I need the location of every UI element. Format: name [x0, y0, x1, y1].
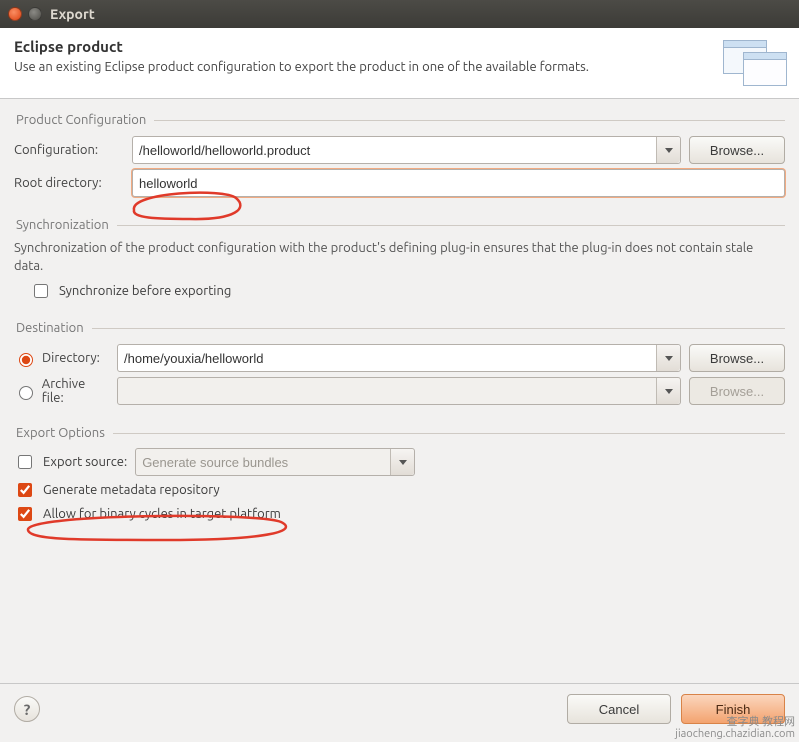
root-directory-input[interactable]: [132, 169, 785, 197]
group-destination: Destination Directory: Browse... Archive…: [14, 321, 785, 416]
allow-binary-cycles-checkbox[interactable]: [18, 507, 32, 521]
group-synchronization: Synchronization Synchronization of the p…: [14, 218, 785, 311]
export-source-field: [136, 449, 390, 475]
cancel-button[interactable]: Cancel: [567, 694, 671, 724]
window-title: Export: [50, 6, 95, 22]
chevron-down-icon: [656, 378, 680, 404]
configuration-field[interactable]: [133, 137, 656, 163]
export-source-combo: [135, 448, 415, 476]
group-export-options: Export Options Export source: Generate m…: [14, 426, 785, 534]
configuration-browse-button[interactable]: Browse...: [689, 136, 785, 164]
group-legend: Export Options: [14, 426, 113, 440]
watermark: 查字典 教程网 jiaocheng.chazidian.com: [675, 716, 795, 740]
window-minimize-button[interactable]: [28, 7, 42, 21]
export-product-icon: [721, 38, 785, 86]
destination-archive-browse-button: Browse...: [689, 377, 785, 405]
wizard-banner: Eclipse product Use an existing Eclipse …: [0, 28, 799, 99]
synchronize-checkbox[interactable]: [34, 284, 48, 298]
destination-directory-combo[interactable]: [117, 344, 681, 372]
synchronization-description: Synchronization of the product configura…: [14, 240, 785, 275]
chevron-down-icon[interactable]: [656, 137, 680, 163]
destination-directory-radio[interactable]: [19, 353, 33, 367]
configuration-label: Configuration:: [14, 143, 124, 157]
destination-archive-combo: [117, 377, 681, 405]
banner-description: Use an existing Eclipse product configur…: [14, 59, 709, 77]
destination-archive-field: [118, 378, 656, 404]
generate-metadata-checkbox[interactable]: [18, 483, 32, 497]
destination-directory-browse-button[interactable]: Browse...: [689, 344, 785, 372]
allow-binary-cycles-label: Allow for binary cycles in target platfo…: [43, 507, 281, 521]
generate-metadata-label: Generate metadata repository: [43, 483, 220, 497]
synchronize-label: Synchronize before exporting: [59, 284, 231, 298]
export-source-label: Export source:: [43, 455, 127, 469]
banner-title: Eclipse product: [14, 38, 709, 55]
configuration-combo[interactable]: [132, 136, 681, 164]
root-directory-label: Root directory:: [14, 176, 124, 190]
chevron-down-icon: [390, 449, 414, 475]
window-close-button[interactable]: [8, 7, 22, 21]
destination-directory-field[interactable]: [118, 345, 656, 371]
group-legend: Destination: [14, 321, 92, 335]
help-button[interactable]: ?: [14, 696, 40, 722]
destination-directory-label: Directory:: [42, 351, 100, 365]
group-product-configuration: Product Configuration Configuration: Bro…: [14, 113, 785, 208]
chevron-down-icon[interactable]: [656, 345, 680, 371]
destination-archive-radio[interactable]: [19, 386, 33, 400]
destination-archive-label: Archive file:: [42, 377, 109, 405]
group-legend: Synchronization: [14, 218, 117, 232]
export-source-checkbox[interactable]: [18, 455, 32, 469]
group-legend: Product Configuration: [14, 113, 154, 127]
window-titlebar: Export: [0, 0, 799, 28]
